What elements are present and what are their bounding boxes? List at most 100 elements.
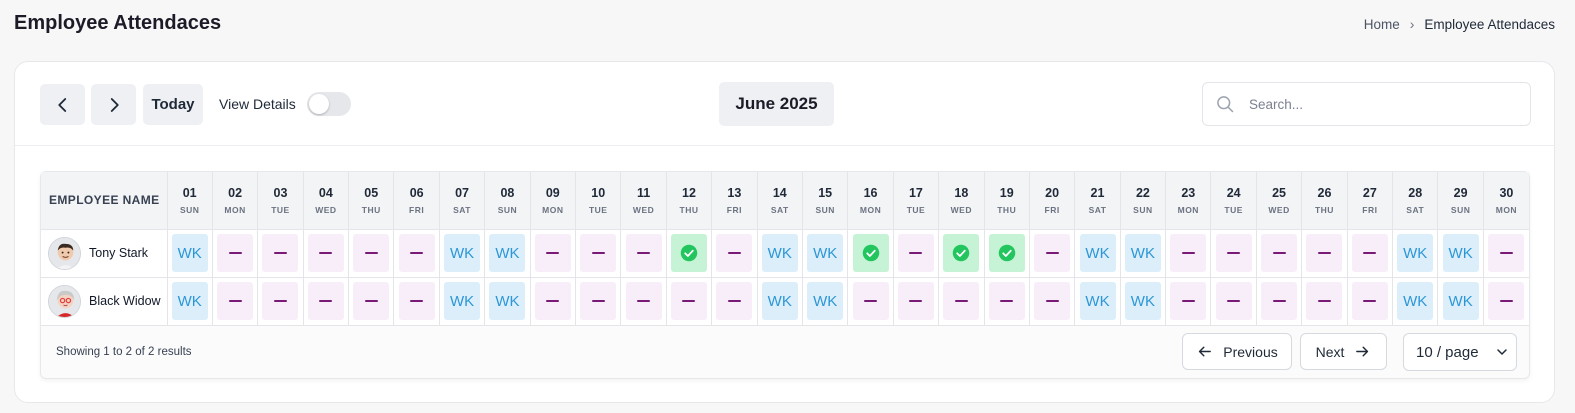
absent-status[interactable] bbox=[1488, 282, 1525, 320]
day-header: 22 SUN bbox=[1120, 172, 1167, 230]
attendance-cell bbox=[348, 229, 395, 278]
absent-status[interactable] bbox=[1261, 234, 1298, 272]
weekend-status[interactable]: WK bbox=[807, 282, 844, 320]
absent-status[interactable] bbox=[1215, 282, 1252, 320]
calendar-toolbar: Today View Details June 2025 bbox=[15, 62, 1554, 146]
absent-status[interactable] bbox=[625, 282, 662, 320]
absent-status[interactable] bbox=[580, 234, 617, 272]
employee-info[interactable]: Black Widow bbox=[48, 284, 167, 318]
absent-status[interactable] bbox=[534, 282, 571, 320]
absent-status[interactable] bbox=[1351, 282, 1388, 320]
absent-status[interactable] bbox=[897, 234, 934, 272]
day-number: 16 bbox=[863, 185, 878, 200]
previous-month-button[interactable] bbox=[40, 84, 85, 125]
weekend-status[interactable]: WK bbox=[1124, 282, 1161, 320]
absent-status[interactable] bbox=[897, 282, 934, 320]
present-status[interactable] bbox=[943, 234, 980, 272]
page-title: Employee Attendaces bbox=[14, 12, 222, 34]
weekend-status[interactable]: WK bbox=[171, 282, 208, 320]
absent-status[interactable] bbox=[534, 234, 571, 272]
day-weekday: THU bbox=[361, 204, 381, 215]
weekend-status[interactable]: WK bbox=[444, 234, 481, 272]
employee-name: Black Widow bbox=[89, 294, 161, 308]
absent-status[interactable] bbox=[217, 282, 254, 320]
weekend-status[interactable]: WK bbox=[171, 234, 208, 272]
weekend-status[interactable]: WK bbox=[1079, 234, 1116, 272]
day-header: 27 FRI bbox=[1347, 172, 1394, 230]
weekend-status[interactable]: WK bbox=[761, 234, 798, 272]
table-row: Tony Stark WK WK WK WK WK WK WK WK WK bbox=[41, 229, 1529, 278]
absent-status[interactable] bbox=[353, 234, 390, 272]
day-number: 08 bbox=[500, 185, 515, 200]
present-status[interactable] bbox=[988, 234, 1025, 272]
absent-status[interactable] bbox=[217, 234, 254, 272]
weekend-status[interactable]: WK bbox=[444, 282, 481, 320]
absent-status[interactable] bbox=[1034, 234, 1071, 272]
absent-status[interactable] bbox=[988, 282, 1025, 320]
absent-status[interactable] bbox=[307, 234, 344, 272]
attendance-cell bbox=[1029, 229, 1076, 278]
day-header: 05 THU bbox=[348, 172, 395, 230]
absent-status[interactable] bbox=[353, 282, 390, 320]
absent-status[interactable] bbox=[1306, 234, 1343, 272]
day-weekday: MON bbox=[224, 204, 246, 215]
present-status[interactable] bbox=[670, 234, 707, 272]
day-weekday: WED bbox=[315, 204, 337, 215]
absent-status[interactable] bbox=[580, 282, 617, 320]
weekend-status[interactable]: WK bbox=[1397, 282, 1434, 320]
attendance-cell: WK bbox=[1074, 229, 1121, 278]
absent-status[interactable] bbox=[716, 234, 753, 272]
absent-status[interactable] bbox=[943, 282, 980, 320]
weekend-status[interactable]: WK bbox=[1124, 234, 1161, 272]
absent-status[interactable] bbox=[1488, 234, 1525, 272]
view-details-toggle[interactable] bbox=[307, 92, 351, 116]
weekend-status[interactable]: WK bbox=[1079, 282, 1116, 320]
absent-status[interactable] bbox=[1306, 282, 1343, 320]
weekend-status[interactable]: WK bbox=[489, 234, 526, 272]
day-header: 12 THU bbox=[666, 172, 713, 230]
absent-status[interactable] bbox=[1170, 234, 1207, 272]
absent-status[interactable] bbox=[1215, 234, 1252, 272]
attendance-cell: WK bbox=[1392, 229, 1439, 278]
absent-status[interactable] bbox=[625, 234, 662, 272]
absent-status[interactable] bbox=[307, 282, 344, 320]
search-input[interactable] bbox=[1249, 83, 1519, 125]
toggle-knob bbox=[309, 94, 329, 114]
absent-status[interactable] bbox=[398, 282, 435, 320]
present-status[interactable] bbox=[852, 234, 889, 272]
attendance-cell bbox=[575, 277, 622, 326]
absent-status[interactable] bbox=[716, 282, 753, 320]
weekend-status[interactable]: WK bbox=[1397, 234, 1434, 272]
absent-status[interactable] bbox=[1170, 282, 1207, 320]
today-button[interactable]: Today bbox=[143, 84, 203, 125]
absent-status[interactable] bbox=[262, 234, 299, 272]
weekend-status[interactable]: WK bbox=[1442, 282, 1479, 320]
absent-status[interactable] bbox=[1261, 282, 1298, 320]
day-number: 11 bbox=[636, 185, 651, 200]
day-weekday: MON bbox=[859, 204, 882, 215]
absent-status[interactable] bbox=[670, 282, 707, 320]
weekend-status[interactable]: WK bbox=[489, 282, 526, 320]
employee-info[interactable]: Tony Stark bbox=[48, 236, 167, 270]
absent-status[interactable] bbox=[852, 282, 889, 320]
absent-status[interactable] bbox=[262, 282, 299, 320]
next-page-button[interactable]: Next bbox=[1300, 333, 1387, 370]
previous-page-button[interactable]: Previous bbox=[1182, 333, 1292, 370]
breadcrumb-home-link[interactable]: Home bbox=[1364, 17, 1400, 32]
weekend-status[interactable]: WK bbox=[1442, 234, 1479, 272]
day-number: 27 bbox=[1362, 185, 1377, 200]
absent-status[interactable] bbox=[1351, 234, 1388, 272]
table-row: Black Widow WK WK WK WK WK WK WK WK WK bbox=[41, 277, 1529, 326]
attendance-cell bbox=[1347, 277, 1394, 326]
next-page-label: Next bbox=[1315, 343, 1345, 360]
weekend-status[interactable]: WK bbox=[807, 234, 844, 272]
next-month-button[interactable] bbox=[91, 84, 136, 125]
page-size-select[interactable]: 10 / page bbox=[1403, 333, 1517, 371]
attendance-cell: WK bbox=[439, 229, 486, 278]
absent-status[interactable] bbox=[398, 234, 435, 272]
attendance-cell bbox=[666, 229, 713, 278]
day-number: 28 bbox=[1408, 185, 1423, 200]
attendance-cell bbox=[303, 229, 350, 278]
weekend-status[interactable]: WK bbox=[761, 282, 798, 320]
absent-status[interactable] bbox=[1034, 282, 1071, 320]
